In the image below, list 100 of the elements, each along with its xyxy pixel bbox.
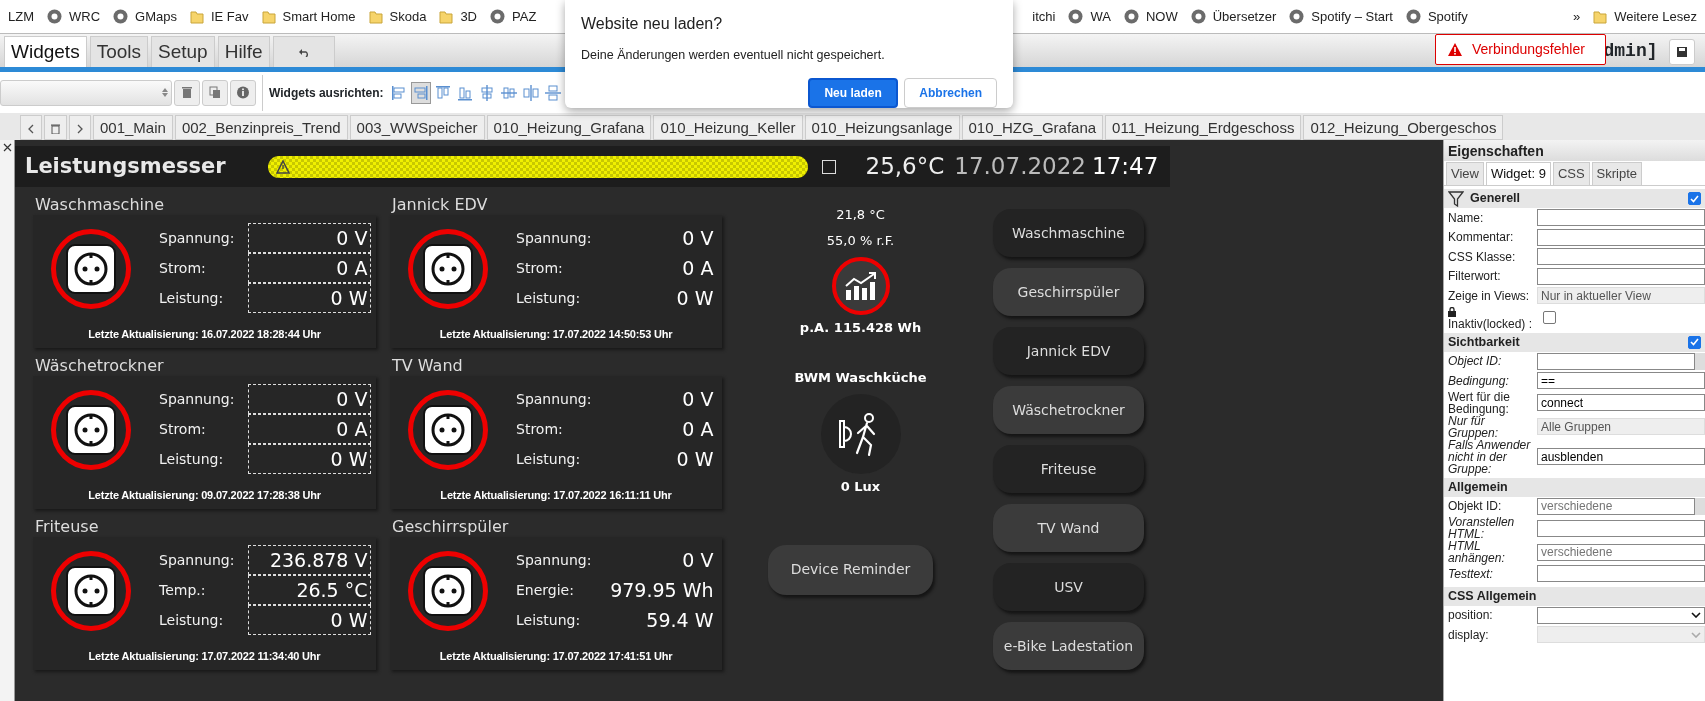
bookmark-link[interactable]: LZM [8, 6, 34, 27]
overflow-button[interactable]: » [1572, 6, 1581, 27]
energy-reading: p.A. 115.428 Wh [799, 319, 922, 338]
bookmark-folder[interactable]: Weitere Lesez [1614, 6, 1697, 27]
time: 17:47 [1092, 152, 1159, 182]
menu-tab[interactable]: Hilfe [217, 36, 270, 67]
field-label: Zeige in Views: [1448, 289, 1531, 302]
bookmark-link[interactable]: Skoda [389, 6, 427, 27]
page-tab[interactable]: 011_Heizung_Erdgeschoss [1105, 115, 1302, 140]
folder-icon [368, 9, 383, 24]
page-tab[interactable]: 010_Heizungsanlage [804, 115, 960, 140]
text-field[interactable] [1537, 565, 1705, 583]
check-icon [1690, 338, 1699, 346]
select-field[interactable]: Alle Gruppen [1537, 418, 1705, 435]
field-label: Filterwort: [1448, 270, 1502, 283]
bookmark-link[interactable]: NOW [1145, 6, 1178, 27]
section-title: CSS Allgemein [1448, 587, 1537, 605]
close-icon[interactable] [2, 143, 12, 153]
text-field[interactable] [1537, 209, 1705, 227]
folder-icon [1593, 9, 1608, 24]
field-label: HTML anhängen: [1448, 540, 1506, 564]
bookmark-link[interactable]: Spotify [1427, 6, 1468, 27]
chevron-down-icon [1691, 612, 1701, 619]
toolbar-button[interactable] [202, 79, 228, 106]
device-button[interactable]: Geschirrspüler [993, 268, 1144, 316]
align-button[interactable] [410, 81, 431, 104]
select-field[interactable]: Nur in aktueller View [1537, 287, 1705, 305]
website-icon [113, 9, 129, 24]
field-label: Objekt ID: [1448, 500, 1503, 513]
bookmark-link[interactable]: GMaps [135, 6, 177, 27]
text-field[interactable] [1537, 228, 1705, 246]
bookmark-link[interactable]: IE Fav [210, 6, 249, 27]
value-reading: 979.95 Wh [609, 577, 715, 603]
device-button[interactable]: Wäschetrockner [993, 386, 1144, 434]
bookmark-link[interactable]: Spotify – Start [1311, 6, 1393, 27]
device-button[interactable]: e-Bike Ladestation [993, 622, 1144, 670]
page-tab[interactable]: 010_Heizung_Keller [653, 115, 803, 140]
value-label: Strom: [159, 258, 207, 278]
value-reading: 0 W [675, 285, 715, 311]
device-button[interactable]: TV Wand [993, 504, 1144, 552]
reload-button[interactable]: Neu laden [808, 77, 898, 108]
menu-tab[interactable]: Setup [151, 36, 215, 67]
text-field[interactable] [1537, 248, 1705, 266]
bookmark-link[interactable]: Übersetzer [1212, 6, 1277, 27]
bookmark-link[interactable]: 3D [460, 6, 477, 27]
panel-tab[interactable]: CSS [1552, 162, 1590, 185]
text-field[interactable]: verschiedene [1537, 543, 1705, 561]
device-button[interactable]: Friteuse [993, 445, 1144, 493]
panel-tab[interactable]: Skripte [1591, 162, 1643, 185]
page-tab[interactable]: 002_Benzinpreis_Trend [174, 115, 348, 140]
text-field[interactable]: == [1537, 372, 1705, 390]
value-label: Strom: [516, 258, 564, 278]
device-button[interactable]: USV [993, 563, 1144, 611]
page-tab[interactable]: 010_HZG_Grafana [961, 115, 1104, 140]
checkbox[interactable] [1688, 335, 1701, 349]
next-button[interactable] [69, 115, 91, 140]
menu-tab[interactable]: Tools [89, 36, 148, 67]
chevron-right-icon [76, 124, 84, 135]
error-text: Verbindungsfehler [1472, 40, 1585, 59]
bookmark-link[interactable]: PAZ [512, 6, 537, 27]
bookmark-link[interactable]: WA [1090, 6, 1111, 27]
checkbox[interactable] [1543, 311, 1556, 324]
bookmark-link[interactable]: Smart Home [282, 6, 356, 27]
menu-tab[interactable]: Widgets [4, 36, 87, 67]
dropdown-field[interactable] [1537, 606, 1705, 624]
device-title: Friteuse [35, 517, 100, 537]
toolbar-button[interactable] [230, 79, 256, 106]
align-label: Widgets ausrichten: [269, 84, 384, 102]
delete-view-button[interactable] [44, 115, 67, 140]
page-tab[interactable]: 001_Main [93, 115, 173, 140]
lux-reading: 0 Lux [840, 478, 881, 496]
cancel-button[interactable]: Abbrechen [904, 77, 997, 108]
text-field[interactable] [1537, 267, 1705, 285]
panel-tab[interactable]: Widget: 9 [1485, 162, 1551, 185]
website-icon [1068, 9, 1084, 24]
device-button[interactable]: Waschmaschine [993, 209, 1144, 257]
toolbar-button[interactable] [174, 79, 200, 106]
website-icon [490, 9, 505, 24]
panel-tab[interactable]: View [1446, 162, 1484, 185]
lock-icon [1448, 307, 1456, 318]
field-label: Voranstellen HTML: [1448, 516, 1516, 540]
user-label: dmin] [1603, 40, 1658, 63]
checkbox[interactable] [1688, 192, 1701, 205]
text-field[interactable]: connect [1537, 394, 1705, 411]
save-button[interactable] [1668, 38, 1695, 65]
text-field[interactable]: verschiedene [1537, 497, 1695, 515]
value-label: Spannung: [159, 389, 236, 409]
bookmark-link[interactable]: itchi [1032, 6, 1056, 27]
device-button[interactable]: Jannick EDV [993, 327, 1144, 375]
page-tab[interactable]: 003_WWSpeicher [349, 115, 485, 140]
page-tab[interactable]: 010_Heizung_Grafana [486, 115, 652, 140]
field-label: Nur für Gruppen: [1448, 414, 1499, 439]
text-field[interactable] [1537, 352, 1695, 370]
bookmark-link[interactable]: WRC [69, 6, 101, 27]
text-field[interactable]: ausblenden [1537, 448, 1705, 465]
previous-button[interactable] [20, 115, 42, 140]
reminder-button[interactable]: Device Reminder [768, 544, 933, 595]
text-field[interactable] [1537, 519, 1705, 537]
power-socket-icon [422, 565, 474, 617]
page-tab[interactable]: 012_Heizung_Obergeschos [1303, 115, 1504, 140]
